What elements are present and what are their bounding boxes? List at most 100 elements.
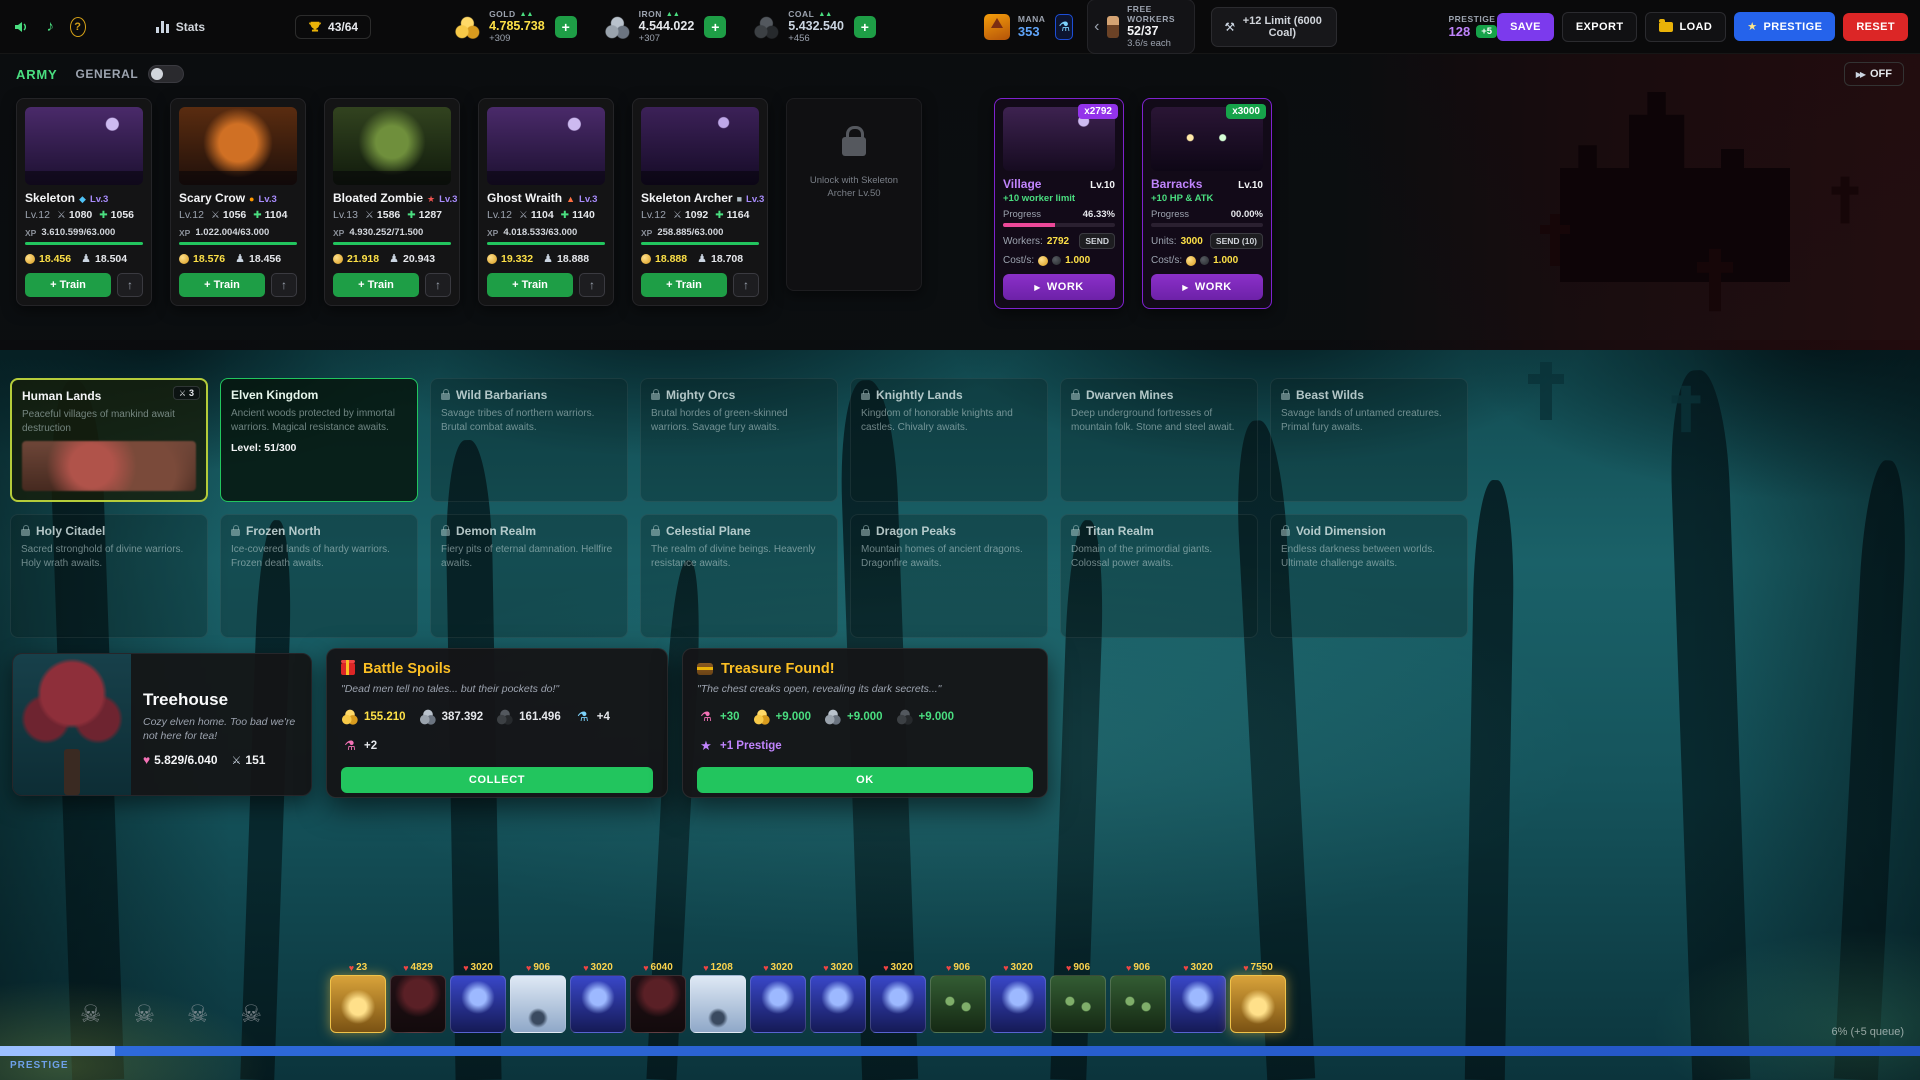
battle-entity[interactable]: ♥ 3020 xyxy=(810,960,866,1033)
land-tile-elven-kingdom[interactable]: Elven Kingdom Ancient woods protected by… xyxy=(220,378,418,502)
land-tile[interactable]: Celestial Plane The realm of divine bein… xyxy=(640,514,838,638)
entity-hp: ♥ 3020 xyxy=(1183,960,1213,975)
land-tile[interactable]: Frozen North Ice-covered lands of hardy … xyxy=(220,514,418,638)
land-tile-human-lands[interactable]: Human Lands ⚔3 Peaceful villages of mank… xyxy=(10,378,208,502)
achievements-counter[interactable]: 43/64 xyxy=(295,15,371,39)
hammer-icon: ⚒ xyxy=(1224,20,1235,34)
upgrade-button[interactable]: ↑ xyxy=(733,273,759,297)
heart-icon: ♥ xyxy=(349,963,354,973)
send-units-button[interactable]: SEND (10) xyxy=(1210,233,1263,249)
train-button[interactable]: + Train xyxy=(179,273,265,297)
stats-button[interactable]: Stats xyxy=(156,20,205,34)
play-icon: ▶ xyxy=(1182,283,1189,292)
rewards-row: +30 +9.000 +9.000 +9.000 xyxy=(697,709,1033,754)
auto-battle-toggle[interactable]: ▶▶ OFF xyxy=(1844,62,1904,86)
unit-attack: ⚔1104 xyxy=(519,209,554,221)
land-tile[interactable]: Wild Barbarians Savage tribes of norther… xyxy=(430,378,628,502)
music-icon[interactable]: ♪ xyxy=(41,15,60,39)
heart-icon: ♥ xyxy=(823,963,828,973)
battle-entity[interactable]: ♥ 23 xyxy=(330,960,386,1033)
prestige-button[interactable]: ★ PRESTIGE xyxy=(1734,12,1835,41)
gift-icon xyxy=(341,663,355,675)
reset-button[interactable]: RESET xyxy=(1843,13,1908,41)
land-tile[interactable]: Demon Realm Fiery pits of eternal damnat… xyxy=(430,514,628,638)
help-icon[interactable]: ? xyxy=(70,17,86,37)
load-button[interactable]: LOAD xyxy=(1645,12,1726,42)
work-button[interactable]: ▶WORK xyxy=(1151,274,1263,300)
upgrade-button[interactable]: ↑ xyxy=(117,273,143,297)
resource-display: COAL ▲▲ 5.432.540 +456 + xyxy=(752,9,876,44)
lock-icon xyxy=(1281,529,1290,536)
battle-entity[interactable]: ♥ 3020 xyxy=(450,960,506,1033)
coin-icon xyxy=(487,254,497,264)
land-tile[interactable]: Void Dimension Endless darkness between … xyxy=(1270,514,1468,638)
battle-entity[interactable]: ♥ 906 xyxy=(510,960,566,1033)
battle-entity[interactable]: ♥ 7550 xyxy=(1230,960,1286,1033)
battle-entity[interactable]: ♥ 4829 xyxy=(390,960,446,1033)
tab-general[interactable]: GENERAL xyxy=(75,67,138,81)
land-tile[interactable]: Titan Realm Domain of the primordial gia… xyxy=(1060,514,1258,638)
battle-entity[interactable]: ♥ 906 xyxy=(1110,960,1166,1033)
entity-hp: ♥ 3020 xyxy=(883,960,913,975)
army-tab-bar: ARMY GENERAL ▶▶ OFF xyxy=(0,54,1920,94)
battle-entity[interactable]: ♥ 906 xyxy=(930,960,986,1033)
potion-slot-icon[interactable]: ⚗ xyxy=(1055,14,1073,40)
train-button[interactable]: + Train xyxy=(333,273,419,297)
battle-entity[interactable]: ♥ 3020 xyxy=(990,960,1046,1033)
train-button[interactable]: + Train xyxy=(25,273,111,297)
export-button[interactable]: EXPORT xyxy=(1562,12,1638,42)
unit-portrait xyxy=(487,107,605,185)
upgrade-button[interactable]: ↑ xyxy=(579,273,605,297)
xp-progress-bar xyxy=(333,242,451,245)
battle-entity[interactable]: ♥ 3020 xyxy=(750,960,806,1033)
ok-button[interactable]: OK xyxy=(697,767,1033,793)
battle-entity[interactable]: ♥ 3020 xyxy=(570,960,626,1033)
entity-hp: ♥ 4829 xyxy=(403,960,433,975)
tab-army[interactable]: ARMY xyxy=(16,67,57,82)
land-tile[interactable]: Beast Wilds Savage lands of untamed crea… xyxy=(1270,378,1468,502)
general-toggle[interactable] xyxy=(148,65,184,83)
land-level: Level: 51/300 xyxy=(231,442,407,454)
modal-flavor-text: "The chest creaks open, revealing its da… xyxy=(697,683,1033,695)
workers-row-value: 2792 xyxy=(1047,236,1069,247)
xp-label: XP xyxy=(179,228,190,238)
battle-entity[interactable]: ♥ 3020 xyxy=(870,960,926,1033)
battle-entity[interactable]: ♥ 6040 xyxy=(630,960,686,1033)
sound-icon[interactable] xyxy=(12,15,31,39)
save-button[interactable]: SAVE xyxy=(1497,13,1554,41)
resource-display: IRON ▲▲ 4.544.022 +307 + xyxy=(603,9,727,44)
heart-icon: ♥ xyxy=(883,963,888,973)
battle-entity[interactable]: ♥ 906 xyxy=(1050,960,1106,1033)
train-cost-gold: 21.918 xyxy=(333,253,379,265)
send-workers-button[interactable]: SEND xyxy=(1079,233,1115,249)
reward-value: +4 xyxy=(597,711,610,723)
land-desc: Domain of the primordial giants. Colossa… xyxy=(1071,543,1247,570)
upgrade-button[interactable]: ↑ xyxy=(271,273,297,297)
upgrade-button[interactable]: ↑ xyxy=(425,273,451,297)
buy-resource-button[interactable]: + xyxy=(854,16,876,38)
buy-resource-button[interactable]: + xyxy=(555,16,577,38)
reward-icon xyxy=(419,709,437,725)
battle-entity[interactable]: ♥ 3020 xyxy=(1170,960,1226,1033)
collapse-workers-button[interactable]: ‹ xyxy=(1094,18,1099,36)
entity-hp: ♥ 1208 xyxy=(703,960,733,975)
land-tile[interactable]: Knightly Lands Kingdom of honorable knig… xyxy=(850,378,1048,502)
train-button[interactable]: + Train xyxy=(641,273,727,297)
collect-button[interactable]: COLLECT xyxy=(341,767,653,793)
lock-icon xyxy=(21,529,30,536)
modal-flavor-text: "Dead men tell no tales... but their poc… xyxy=(341,683,653,695)
train-button[interactable]: + Train xyxy=(487,273,573,297)
work-button[interactable]: ▶WORK xyxy=(1003,274,1115,300)
treasure-found-modal: Treasure Found! "The chest creaks open, … xyxy=(682,648,1048,798)
buy-resource-button[interactable]: + xyxy=(704,16,726,38)
land-tile[interactable]: Dwarven Mines Deep underground fortresse… xyxy=(1060,378,1258,502)
unit-card: Bloated Zombie ★ Lv.3 Lv.13 ⚔1586 ✚1287 … xyxy=(324,98,460,306)
land-tile[interactable]: Mighty Orcs Brutal hordes of green-skinn… xyxy=(640,378,838,502)
land-tile[interactable]: Holy Citadel Sacred stronghold of divine… xyxy=(10,514,208,638)
prestige-progress-bar[interactable] xyxy=(0,1046,1920,1056)
prestige-value: 128 xyxy=(1449,24,1471,39)
increase-limit-button[interactable]: ⚒ +12 Limit (6000 Coal) xyxy=(1211,7,1336,47)
land-tile[interactable]: Dragon Peaks Mountain homes of ancient d… xyxy=(850,514,1048,638)
land-name: Celestial Plane xyxy=(666,524,751,538)
battle-entity[interactable]: ♥ 1208 xyxy=(690,960,746,1033)
